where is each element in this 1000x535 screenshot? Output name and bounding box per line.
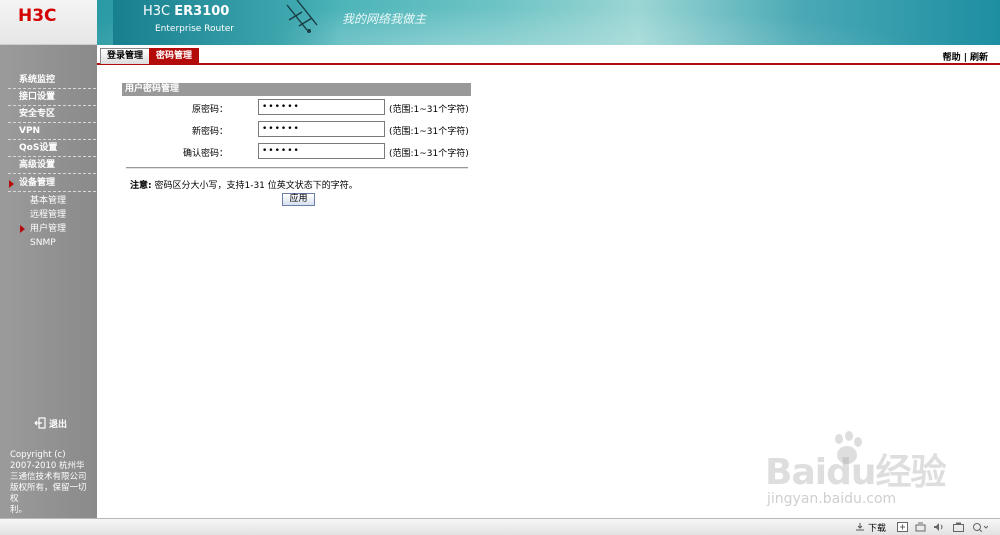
download-label: 下载 bbox=[868, 524, 887, 534]
new-password-hint: (范围:1~31个字符) bbox=[389, 127, 469, 137]
sidebar-item-label: 接口设置 bbox=[19, 92, 56, 102]
logo-area: H3C bbox=[0, 0, 97, 45]
copyright-line: 2007-2010 杭州华 bbox=[10, 461, 85, 471]
sidebar-item-label: QoS设置 bbox=[19, 143, 58, 153]
confirm-password-label: 确认密码： bbox=[182, 149, 228, 159]
watermark-main: Baidu经验 bbox=[765, 452, 946, 493]
old-password-row: 原密码： •••••• (范围:1~31个字符) bbox=[122, 98, 471, 118]
header: H3C H3C ER3100 Enterprise Router 我的网络我做主 bbox=[0, 0, 1000, 45]
logout-label: 退出 bbox=[49, 420, 68, 430]
old-password-label: 原密码： bbox=[191, 105, 228, 115]
banner: H3C ER3100 Enterprise Router 我的网络我做主 bbox=[97, 0, 1000, 45]
sidebar-item-label: 安全专区 bbox=[19, 109, 56, 119]
sidebar-item-advanced-settings[interactable]: 高级设置 bbox=[8, 157, 96, 174]
copyright-line: 三通信技术有限公司 bbox=[10, 472, 87, 482]
baidu-watermark: Baidu经验 jingyan.baidu.com bbox=[765, 425, 965, 515]
active-arrow-icon bbox=[9, 180, 14, 188]
confirm-password-hint: (范围:1~31个字符) bbox=[389, 149, 469, 159]
apply-button[interactable]: 应用 bbox=[282, 193, 315, 206]
sidebar-item-qos-settings[interactable]: QoS设置 bbox=[8, 140, 96, 157]
note: 注意: 密码区分大小写，支持1-31 位英文状态下的字符。 bbox=[130, 178, 358, 191]
new-password-input[interactable]: •••••• bbox=[258, 121, 385, 137]
sidebar-item-device-management[interactable]: 设备管理 bbox=[8, 175, 96, 192]
sidebar-item-label: 系统监控 bbox=[19, 75, 56, 85]
download-icon bbox=[856, 523, 864, 531]
top-link-separator: | bbox=[963, 53, 967, 63]
h3c-logo: H3C bbox=[18, 6, 57, 26]
logout-icon bbox=[34, 417, 46, 429]
sidebar-subitem-label: 用户管理 bbox=[30, 224, 67, 234]
screenshot-icon[interactable] bbox=[953, 522, 964, 532]
refresh-link[interactable]: 刷新 bbox=[970, 53, 988, 63]
new-password-row: 新密码： •••••• (范围:1~31个字符) bbox=[122, 120, 471, 140]
top-links: 帮助 | 刷新 bbox=[943, 50, 988, 63]
sidebar-item-interface-settings[interactable]: 接口设置 bbox=[8, 89, 96, 106]
watermark-url: jingyan.baidu.com bbox=[767, 491, 897, 507]
tab-password-management[interactable]: 密码管理 bbox=[149, 48, 200, 64]
copyright-line: 利。 bbox=[10, 505, 28, 515]
sidebar-item-vpn[interactable]: VPN bbox=[8, 123, 96, 140]
sidebar-subitem-user-management[interactable]: 用户管理 bbox=[20, 222, 96, 236]
old-password-input[interactable]: •••••• bbox=[258, 99, 385, 115]
clean-icon[interactable] bbox=[915, 522, 926, 532]
confirm-password-input[interactable]: •••••• bbox=[258, 143, 385, 159]
sidebar-subitem-basic-management[interactable]: 基本管理 bbox=[30, 194, 96, 208]
sidebar-subitem-remote-management[interactable]: 远程管理 bbox=[30, 208, 96, 222]
copyright-line: 版权所有，保留一切权 bbox=[10, 483, 87, 504]
zoom-icon[interactable] bbox=[972, 522, 988, 532]
antenna-decoration-icon bbox=[286, 0, 318, 33]
window-icon[interactable] bbox=[897, 522, 908, 532]
confirm-password-row: 确认密码： •••••• (范围:1~31个字符) bbox=[122, 142, 471, 162]
new-password-label: 新密码： bbox=[191, 127, 228, 137]
help-link[interactable]: 帮助 bbox=[943, 53, 961, 63]
sidebar: 系统监控 接口设置 安全专区 VPN QoS设置 高级设置 设备管理 基本管理 … bbox=[0, 45, 97, 518]
password-panel: 用户密码管理 原密码： •••••• (范围:1~31个字符) 新密码： •••… bbox=[122, 83, 471, 162]
model-subtitle: Enterprise Router bbox=[155, 24, 234, 34]
sidebar-item-label: VPN bbox=[19, 126, 41, 136]
sidebar-item-system-monitor[interactable]: 系统监控 bbox=[8, 72, 96, 89]
old-password-hint: (范围:1~31个字符) bbox=[389, 105, 469, 115]
divider bbox=[126, 167, 468, 169]
note-label: 注意: bbox=[130, 181, 152, 191]
sidebar-item-security-zone[interactable]: 安全专区 bbox=[8, 106, 96, 123]
sound-icon[interactable] bbox=[933, 522, 944, 532]
download-button[interactable]: 下载 bbox=[855, 521, 886, 534]
sidebar-item-label: 高级设置 bbox=[19, 160, 56, 170]
logout-button[interactable]: 退出 bbox=[34, 417, 67, 430]
sidebar-item-label: 设备管理 bbox=[19, 178, 56, 188]
model-name: ER3100 bbox=[174, 4, 230, 19]
slogan: 我的网络我做主 bbox=[342, 12, 427, 26]
copyright: Copyright (c) 2007-2010 杭州华 三通信技术有限公司 版权… bbox=[10, 450, 94, 516]
tab-bar: 登录管理 密码管理 帮助 | 刷新 bbox=[97, 45, 1000, 65]
sidebar-subitem-snmp[interactable]: SNMP bbox=[30, 236, 96, 250]
active-arrow-icon bbox=[20, 225, 25, 233]
panel-title: 用户密码管理 bbox=[122, 83, 471, 96]
tab-login-management[interactable]: 登录管理 bbox=[100, 48, 151, 64]
copyright-line: Copyright (c) bbox=[10, 450, 66, 460]
model-prefix: H3C bbox=[143, 4, 171, 19]
note-text: 密码区分大小写，支持1-31 位英文状态下的字符。 bbox=[154, 181, 358, 191]
status-bar: 下载 bbox=[0, 518, 1000, 535]
model-title: H3C ER3100 bbox=[143, 4, 229, 19]
